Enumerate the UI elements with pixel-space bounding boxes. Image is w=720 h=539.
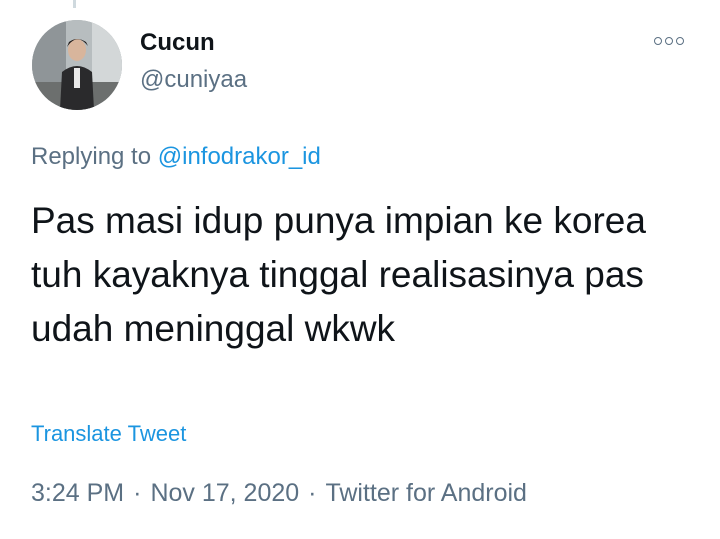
replying-to: Replying to @infodrakor_id xyxy=(31,143,321,171)
reply-mention-link[interactable]: @infodrakor_id xyxy=(158,143,321,170)
more-dot-1 xyxy=(654,37,662,45)
author-handle[interactable]: @cuniyaa xyxy=(140,66,247,94)
meta-separator: · xyxy=(133,479,142,507)
tweet-text: Pas masi idup punya impian ke korea tuh … xyxy=(31,200,646,349)
author-name[interactable]: Cucun xyxy=(140,29,215,57)
more-options-icon[interactable] xyxy=(654,33,690,49)
meta-separator-2: · xyxy=(308,479,317,507)
replying-to-label: Replying to xyxy=(31,143,152,170)
tweet-source[interactable]: Twitter for Android xyxy=(325,479,526,507)
avatar-photo xyxy=(32,20,122,110)
more-dot-3 xyxy=(676,37,684,45)
more-dot-2 xyxy=(665,37,673,45)
tweet-time[interactable]: 3:24 PM xyxy=(31,479,124,507)
tweet-date[interactable]: Nov 17, 2020 xyxy=(150,479,299,507)
translate-tweet-link[interactable]: Translate Tweet xyxy=(31,421,186,447)
avatar[interactable] xyxy=(32,20,122,110)
thread-connector-line xyxy=(73,0,76,8)
tweet-metadata: 3:24 PM · Nov 17, 2020 · Twitter for Android xyxy=(31,479,527,508)
